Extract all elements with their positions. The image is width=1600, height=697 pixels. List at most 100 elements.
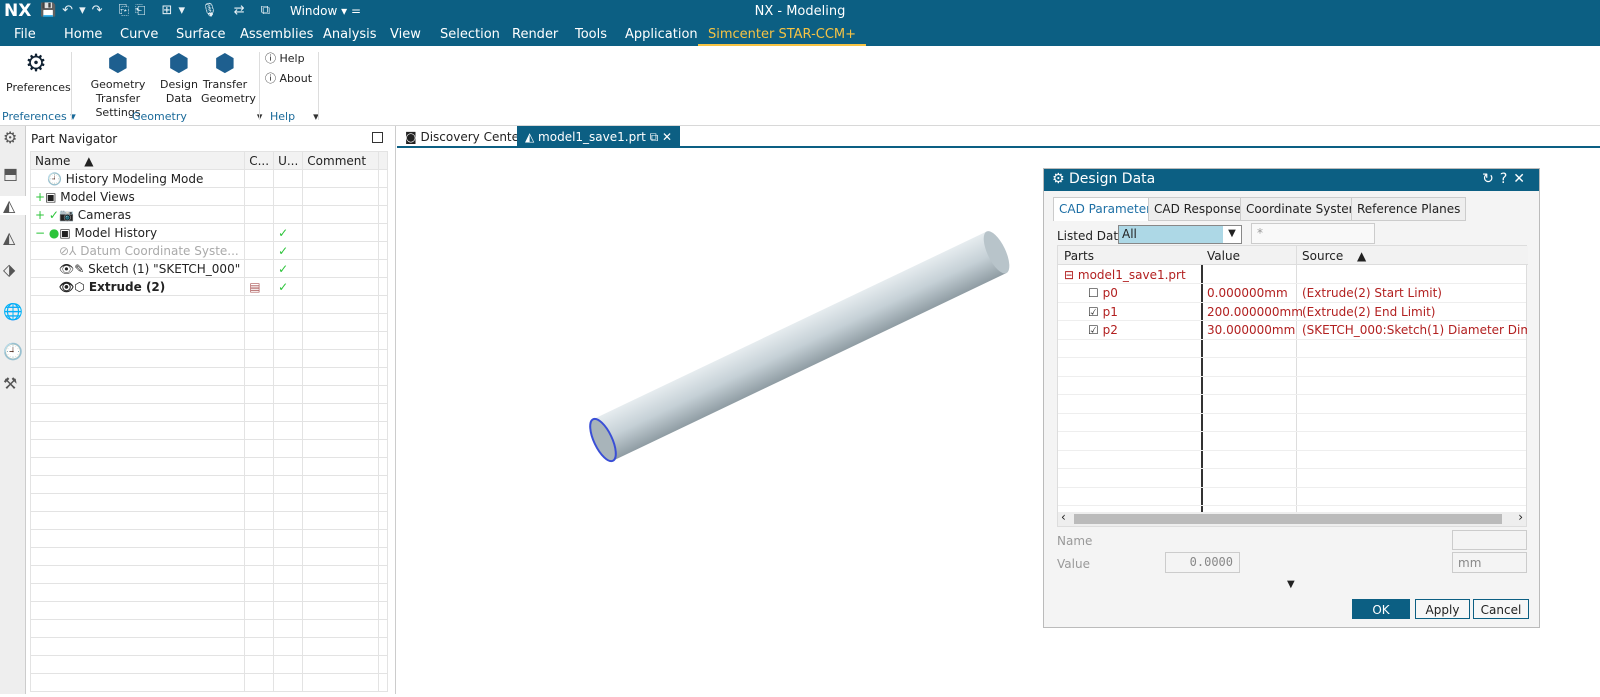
cell-c <box>244 259 275 278</box>
assembly-navigator-icon[interactable]: ⬒ <box>3 164 18 183</box>
window-title: NX - Modeling <box>754 4 846 19</box>
navigator-row[interactable]: + ✓📷 Cameras <box>29 205 388 224</box>
parameter-checkbox[interactable]: ☐ <box>1088 286 1099 300</box>
cell-u: ✓ <box>273 241 304 260</box>
web-browser-icon[interactable]: 🌐 <box>3 302 23 321</box>
value-field[interactable]: 0.0000 <box>1165 552 1240 573</box>
filter-input[interactable]: * <box>1251 223 1375 244</box>
constraint-navigator-icon[interactable]: ◭ <box>3 228 15 247</box>
navigator-row[interactable]: ⊘⅄ Datum Coordinate Syste... ✓ <box>29 241 388 260</box>
column-name[interactable]: Name ▲ <box>29 151 246 170</box>
listed-data-label: Listed Data <box>1057 229 1126 243</box>
cell-u: ✓ <box>273 223 304 242</box>
parameter-value: 0.000000mm <box>1207 286 1288 300</box>
row-label: History Modeling Mode <box>65 171 204 186</box>
tree-prefix[interactable]: + ✓ <box>35 208 59 222</box>
parameter-source: (SKETCH_000:Sketch(1) Diameter Dimension… <box>1302 323 1527 337</box>
ok-button[interactable]: OK <box>1352 599 1410 619</box>
reuse-library-icon[interactable]: ⬗ <box>3 260 15 279</box>
menu-file[interactable]: File <box>14 27 36 42</box>
menu-application[interactable]: Application <box>625 27 698 42</box>
design-data-button[interactable]: ⬢ Design Data <box>160 48 198 106</box>
group-preferences[interactable]: Preferences ▾ <box>2 110 76 123</box>
navigator-row[interactable]: 👁⬡ Extrude (2) ▤ ✓ <box>29 277 388 296</box>
value-label: Value <box>1057 557 1090 571</box>
group-help[interactable]: Help ▾ <box>270 110 319 123</box>
menu-render[interactable]: Render <box>512 27 558 42</box>
close-icon[interactable]: ⧉ ✕ <box>650 130 672 144</box>
apply-button[interactable]: Apply <box>1415 599 1470 619</box>
menu-surface[interactable]: Surface <box>176 27 226 42</box>
preferences-button[interactable]: ⚙ Preferences <box>6 48 71 95</box>
tree-prefix[interactable]: + <box>35 190 45 204</box>
chevron-down-icon: ▼ <box>1223 226 1241 243</box>
transfer-geometry-icon: ⬢ <box>214 49 236 77</box>
navigator-title: Part Navigator <box>31 132 118 146</box>
part-navigator: Part Navigator Name ▲ C... U... Comment 🕘 H… <box>26 126 396 694</box>
parameter-value: 200.000000mm <box>1207 304 1303 319</box>
column-comment[interactable]: Comment <box>302 151 379 170</box>
menu-selection[interactable]: Selection <box>440 27 500 42</box>
part-navigator-icon[interactable]: ◭ <box>0 196 26 215</box>
help-button[interactable]: ⓘ Help <box>265 52 305 66</box>
column-parts[interactable]: Parts <box>1064 249 1094 263</box>
cylinder-body <box>593 231 1007 461</box>
tab-reference-planes[interactable]: Reference Planes <box>1351 197 1467 221</box>
menu-analysis[interactable]: Analysis <box>323 27 377 42</box>
maximize-icon[interactable] <box>372 132 383 143</box>
cancel-button[interactable]: Cancel <box>1473 599 1529 619</box>
row-label: Model History <box>74 225 158 240</box>
tree-root[interactable]: ⊟ model1_save1.prt <box>1064 268 1186 282</box>
history-icon[interactable]: 🕘 <box>3 342 23 361</box>
cell-c <box>244 169 275 188</box>
parameter-source: (Extrude(2) End Limit) <box>1302 304 1436 319</box>
unit-field[interactable]: mm <box>1452 552 1527 573</box>
row-label: Model Views <box>60 189 135 204</box>
menu-assemblies[interactable]: Assemblies <box>240 27 313 42</box>
roles-icon[interactable]: ⚒ <box>3 374 17 393</box>
menu-view[interactable]: View <box>390 27 421 42</box>
menu-tools[interactable]: Tools <box>575 27 607 42</box>
parameter-checkbox[interactable]: ☑ <box>1088 323 1099 337</box>
column-c[interactable]: C... <box>244 151 275 170</box>
row-icon: 🕘 <box>47 171 62 186</box>
navigator-row[interactable]: − ●▣ Model History ✓ <box>29 223 388 242</box>
navigator-row[interactable]: 🕘 History Modeling Mode <box>29 169 388 188</box>
column-source[interactable]: Source ▲ <box>1302 249 1366 263</box>
listed-data-select[interactable]: All ▼ <box>1118 225 1242 244</box>
cell-u <box>273 169 304 188</box>
parameter-checkbox[interactable]: ☑ <box>1088 305 1099 319</box>
cell-u <box>273 205 304 224</box>
about-button[interactable]: ⓘ About <box>265 72 312 86</box>
row-label: Datum Coordinate Syste... <box>80 243 239 258</box>
menu-curve[interactable]: Curve <box>120 27 158 42</box>
expand-arrow-icon[interactable]: ▼ <box>1287 579 1295 590</box>
column-u[interactable]: U... <box>273 151 304 170</box>
dialog-controls[interactable]: ↻?✕ <box>1482 171 1531 187</box>
settings-icon[interactable]: ⚙ <box>3 128 17 147</box>
horizontal-scrollbar[interactable]: ‹ › <box>1058 510 1526 526</box>
tab-discovery-center[interactable]: ◙ Discovery Center <box>397 126 532 148</box>
menu-home[interactable]: Home <box>64 27 102 42</box>
cell-c <box>244 205 275 224</box>
cell-c: ▤ <box>244 277 275 296</box>
row-icon: 👁⬡ <box>59 279 85 294</box>
navigator-row[interactable]: 👁✎ Sketch (1) "SKETCH_000" ✓ <box>29 259 388 278</box>
tree-prefix[interactable]: − ● <box>35 226 59 240</box>
tab-cad-parameters[interactable]: CAD Parameters <box>1053 197 1164 221</box>
column-value[interactable]: Value <box>1207 249 1240 263</box>
cell-c <box>244 241 275 260</box>
tab-cad-responses[interactable]: CAD Responses <box>1148 197 1254 221</box>
row-icon: ▣ <box>59 225 71 240</box>
name-field[interactable] <box>1452 530 1527 550</box>
name-label: Name <box>1057 534 1093 548</box>
transfer-geometry-button[interactable]: ⬢ Transfer Geometry <box>201 48 256 106</box>
dialog-title-bar: ⚙ Design Data ↻?✕ <box>1044 169 1539 191</box>
design-data-dialog: ⚙ Design Data ↻?✕ CAD Parameters CAD Res… <box>1043 168 1540 628</box>
navigator-row[interactable]: +▣ Model Views <box>29 187 388 206</box>
group-geometry[interactable]: Geometry▾ <box>132 110 262 123</box>
ribbon: ⚙ Preferences Preferences ▾ ⬢ Geometry Tran… <box>0 46 1600 126</box>
tab-model[interactable]: ◭ model1_save1.prt ⧉ ✕ <box>517 126 681 148</box>
menu-simcenter[interactable]: Simcenter STAR-CCM+ <box>698 27 867 46</box>
row-label: Cameras <box>77 207 132 222</box>
